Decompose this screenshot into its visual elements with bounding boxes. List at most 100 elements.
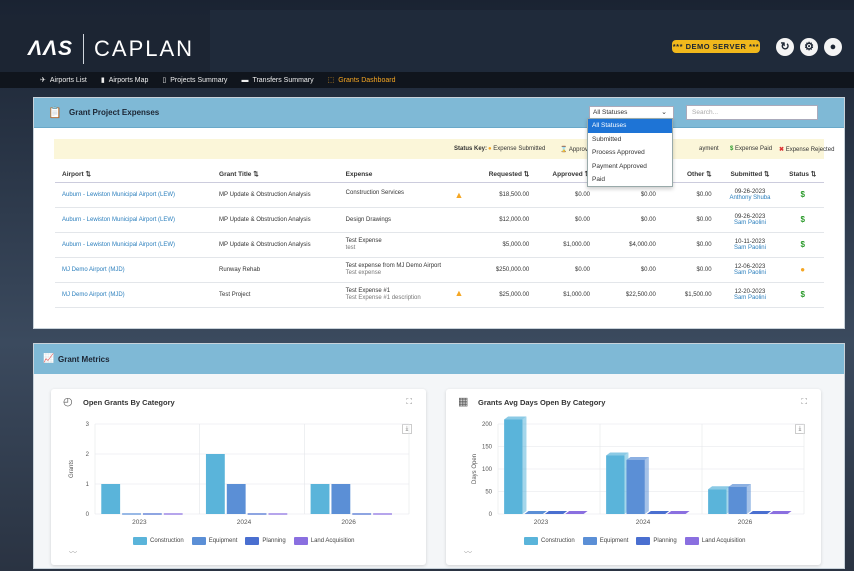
bar bbox=[310, 484, 330, 514]
legend-item[interactable]: Planning bbox=[636, 537, 677, 545]
status-cell[interactable]: $ bbox=[781, 207, 824, 233]
calendar-icon: ▦ bbox=[458, 396, 469, 408]
document-icon: ▯ bbox=[162, 77, 167, 84]
airport-link[interactable]: Auburn - Lewiston Municipal Airport (LEW… bbox=[55, 232, 213, 258]
bar-zero bbox=[646, 511, 670, 514]
bar-side bbox=[522, 416, 527, 514]
amount: $22,500.00 bbox=[597, 282, 663, 308]
y-tick-label: 0 bbox=[489, 512, 493, 518]
chart-icon: 📈 bbox=[43, 353, 55, 363]
status-option[interactable]: Paid bbox=[588, 173, 672, 187]
legend-swatch bbox=[636, 537, 651, 545]
table-row[interactable]: MJ Demo Airport (MJD) Test Project ▲ Test E… bbox=[55, 282, 824, 308]
expenses-table: Airport ⇅ Grant Title ⇅ Expense Requeste… bbox=[55, 167, 824, 308]
chart-legend: Construction Equipment Planning Land Acquis… bbox=[524, 537, 745, 545]
bar bbox=[606, 455, 625, 514]
airport-link[interactable]: MJ Demo Airport (MJD) bbox=[55, 282, 213, 308]
bar bbox=[626, 460, 645, 514]
status-option[interactable]: Submitted bbox=[588, 133, 672, 147]
legend-item[interactable]: Land Acquisition bbox=[684, 537, 745, 545]
status-cell[interactable]: ● bbox=[781, 257, 824, 283]
toggle-icon[interactable]: ↻ bbox=[776, 38, 794, 56]
col-status[interactable]: Status ⇅ bbox=[781, 167, 824, 183]
expense-cell: Test expense from MJ Demo Airport Test ex… bbox=[338, 257, 471, 283]
nav-grants-dashboard[interactable]: ⬚ Grants Dashboard bbox=[327, 76, 396, 85]
table-row[interactable]: MJ Demo Airport (MJD) Runway Rehab Test ex… bbox=[55, 257, 824, 283]
settings-icon[interactable]: ⚙ bbox=[800, 38, 818, 56]
bar bbox=[708, 489, 727, 514]
legend-item[interactable]: Construction bbox=[524, 537, 575, 545]
warning-icon: ▲ bbox=[454, 189, 464, 200]
airport-link[interactable]: Auburn - Lewiston Municipal Airport (LEW… bbox=[55, 207, 213, 233]
bar bbox=[331, 484, 351, 514]
legend-item[interactable]: Equipment bbox=[582, 537, 628, 545]
x-tick-label: 2024 bbox=[636, 519, 651, 526]
hourglass-icon: ⌛ bbox=[560, 146, 568, 153]
x-tick-label: 2024 bbox=[237, 519, 252, 526]
expand-icon[interactable]: ⛶ bbox=[406, 397, 412, 407]
logo-divider bbox=[83, 34, 85, 64]
stopwatch-icon: ◴ bbox=[63, 396, 73, 408]
approved-amount: $1,000.00 bbox=[536, 282, 597, 308]
grant-expenses-panel: 📋 Grant Project Expenses All Statuses ⌄ S… bbox=[33, 97, 845, 329]
bar bbox=[728, 487, 747, 514]
logo-mark: ΛΛS bbox=[28, 37, 74, 60]
warning-icon: ▲ bbox=[454, 288, 464, 298]
legend-swatch bbox=[133, 537, 147, 545]
legend-swatch bbox=[582, 537, 597, 545]
x-icon: ✖ bbox=[779, 146, 785, 153]
status-option[interactable]: Payment Approved bbox=[588, 160, 672, 174]
requested-amount: $25,000.00 bbox=[470, 282, 537, 308]
status-cell[interactable]: $ bbox=[781, 282, 824, 308]
col-submitted[interactable]: Submitted ⇅ bbox=[718, 167, 782, 183]
nav-airports-list[interactable]: ✈ Airports List bbox=[40, 76, 87, 85]
other-amount: $0.00 bbox=[662, 257, 719, 283]
main-nav: ✈ Airports List ▮ Airports Map ▯ Projects S… bbox=[0, 72, 854, 88]
status-cell[interactable]: $ bbox=[781, 232, 824, 258]
col-airport[interactable]: Airport ⇅ bbox=[55, 167, 213, 183]
table-row[interactable]: Auburn - Lewiston Municipal Airport (LEW… bbox=[55, 232, 824, 258]
key-paid: $ Expense Paid bbox=[730, 146, 773, 152]
status-option[interactable]: All Statuses bbox=[588, 119, 672, 133]
legend-item[interactable]: Equipment bbox=[191, 537, 237, 545]
submitted-cell: 12-20-2023 Sam Paolini bbox=[718, 282, 782, 308]
amount: $4,000.00 bbox=[597, 232, 663, 258]
legend-item[interactable]: Planning bbox=[245, 537, 286, 545]
grant-title: Runway Rehab bbox=[212, 257, 339, 283]
col-requested[interactable]: Requested ⇅ bbox=[470, 167, 537, 183]
legend-swatch bbox=[293, 537, 308, 545]
sparkline-icon: 〰 bbox=[464, 548, 472, 557]
clipboard-icon: ⬚ bbox=[327, 77, 335, 84]
table-row[interactable]: Auburn - Lewiston Municipal Airport (LEW… bbox=[55, 182, 824, 208]
status-option[interactable]: Process Approved bbox=[588, 146, 672, 160]
chart-legend: Construction Equipment Planning Land Acquis… bbox=[133, 537, 354, 545]
status-cell[interactable]: $ bbox=[781, 182, 824, 208]
user-icon[interactable]: ● bbox=[824, 38, 842, 56]
open-grants-card: ◴ Open Grants By Category ⛶ ⤓ 0 1 2 3 Grants… bbox=[51, 389, 426, 565]
panel-title: Grant Project Expenses bbox=[69, 108, 160, 117]
nav-projects-summary[interactable]: ▯ Projects Summary bbox=[162, 76, 227, 85]
nav-airports-map[interactable]: ▮ Airports Map bbox=[101, 76, 149, 85]
col-expense: Expense bbox=[338, 167, 471, 183]
legend-item[interactable]: Construction bbox=[133, 537, 184, 545]
legend-swatch bbox=[191, 537, 206, 545]
airport-link[interactable]: MJ Demo Airport (MJD) bbox=[55, 257, 213, 283]
expand-icon[interactable]: ⛶ bbox=[801, 397, 807, 407]
other-amount: $0.00 bbox=[662, 207, 719, 233]
app-logo[interactable]: ΛΛS CAPLAN bbox=[28, 34, 194, 64]
col-grant-title[interactable]: Grant Title ⇅ bbox=[212, 167, 339, 183]
bar-side bbox=[644, 457, 649, 514]
airport-link[interactable]: Auburn - Lewiston Municipal Airport (LEW… bbox=[55, 182, 213, 208]
table-row[interactable]: Auburn - Lewiston Municipal Airport (LEW… bbox=[55, 207, 824, 233]
clock-icon: ● bbox=[800, 265, 806, 274]
legend-item[interactable]: Land Acquisition bbox=[293, 537, 354, 545]
bar bbox=[504, 419, 523, 514]
table-header-row: Airport ⇅ Grant Title ⇅ Expense Requeste… bbox=[55, 167, 824, 183]
search-input[interactable]: Search... bbox=[686, 105, 818, 120]
grant-title: Test Project bbox=[212, 282, 339, 308]
bar bbox=[101, 484, 121, 514]
chart-title: Grants Avg Days Open By Category bbox=[478, 398, 606, 407]
nav-transfers-summary[interactable]: ▬ Transfers Summary bbox=[241, 77, 313, 84]
legend-swatch bbox=[245, 537, 260, 545]
bar bbox=[205, 454, 225, 514]
